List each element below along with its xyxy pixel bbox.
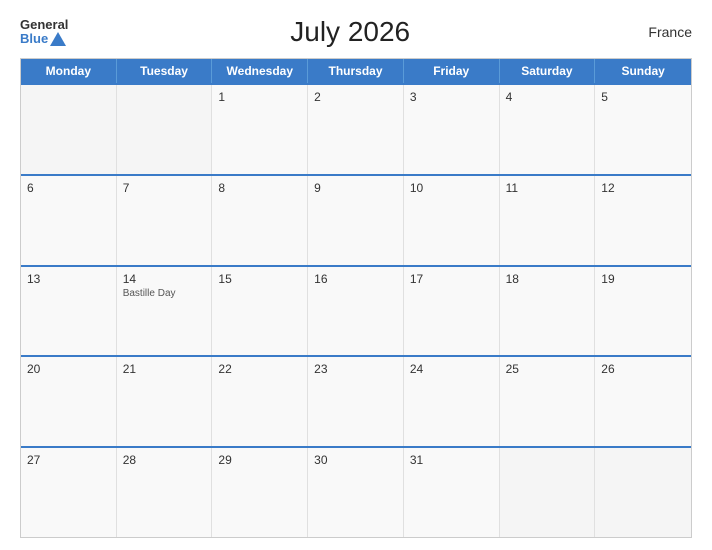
calendar-cell: 18 [500, 267, 596, 356]
day-number: 18 [506, 272, 589, 286]
calendar-cell: 24 [404, 357, 500, 446]
weekday-header-thursday: Thursday [308, 59, 404, 83]
calendar-cell: 26 [595, 357, 691, 446]
day-number: 17 [410, 272, 493, 286]
calendar-cell: 10 [404, 176, 500, 265]
country-label: France [632, 24, 692, 40]
day-number: 6 [27, 181, 110, 195]
calendar-cell: 30 [308, 448, 404, 537]
day-number: 30 [314, 453, 397, 467]
weekday-header-monday: Monday [21, 59, 117, 83]
calendar-cell: 4 [500, 85, 596, 174]
day-number: 2 [314, 90, 397, 104]
calendar-cell: 27 [21, 448, 117, 537]
calendar-body: 1234567891011121314Bastille Day151617181… [21, 83, 691, 537]
calendar-row-3: 20 21 22 23 24 25 26 [21, 355, 691, 446]
day-number: 21 [123, 362, 206, 376]
day-number: 1 [218, 90, 301, 104]
logo: General Blue [20, 18, 68, 47]
calendar-cell: 23 [308, 357, 404, 446]
calendar-cell [500, 448, 596, 537]
calendar-cell: 2 [308, 85, 404, 174]
day-number: 25 [506, 362, 589, 376]
calendar-cell [117, 85, 213, 174]
day-number: 5 [601, 90, 685, 104]
logo-general-text: General [20, 18, 68, 32]
day-number: 20 [27, 362, 110, 376]
day-number: 27 [27, 453, 110, 467]
header: General Blue July 2026 France [20, 16, 692, 48]
day-number: 28 [123, 453, 206, 467]
day-number: 16 [314, 272, 397, 286]
day-number: 12 [601, 181, 685, 195]
calendar-cell: 17 [404, 267, 500, 356]
calendar-cell: 3 [404, 85, 500, 174]
calendar-page: General Blue July 2026 France MondayTues… [0, 0, 712, 550]
calendar-title: July 2026 [68, 16, 632, 48]
calendar-cell: 16 [308, 267, 404, 356]
calendar-row-0: 12345 [21, 83, 691, 174]
day-number: 24 [410, 362, 493, 376]
day-number: 10 [410, 181, 493, 195]
calendar-cell: 7 [117, 176, 213, 265]
calendar-row-4: 27 28 29 30 31 [21, 446, 691, 537]
calendar-cell [595, 448, 691, 537]
logo-blue-text: Blue [20, 32, 48, 46]
calendar-cell: 1 [212, 85, 308, 174]
day-number: 19 [601, 272, 685, 286]
day-number: 11 [506, 181, 589, 195]
day-number: 9 [314, 181, 397, 195]
holiday-label: Bastille Day [123, 288, 206, 299]
day-number: 31 [410, 453, 493, 467]
calendar-cell: 21 [117, 357, 213, 446]
calendar-cell: 11 [500, 176, 596, 265]
calendar-header: MondayTuesdayWednesdayThursdayFridaySatu… [21, 59, 691, 83]
calendar-cell: 28 [117, 448, 213, 537]
weekday-header-sunday: Sunday [595, 59, 691, 83]
day-number: 15 [218, 272, 301, 286]
calendar-cell: 22 [212, 357, 308, 446]
calendar-cell: 20 [21, 357, 117, 446]
day-number: 22 [218, 362, 301, 376]
day-number: 7 [123, 181, 206, 195]
logo-triangle-icon [50, 32, 66, 46]
calendar-cell: 5 [595, 85, 691, 174]
day-number: 23 [314, 362, 397, 376]
calendar-row-1: 6789 10 11 12 [21, 174, 691, 265]
calendar-grid: MondayTuesdayWednesdayThursdayFridaySatu… [20, 58, 692, 538]
calendar-cell: 6 [21, 176, 117, 265]
calendar-cell [21, 85, 117, 174]
calendar-cell: 12 [595, 176, 691, 265]
day-number: 4 [506, 90, 589, 104]
weekday-header-wednesday: Wednesday [212, 59, 308, 83]
calendar-cell: 29 [212, 448, 308, 537]
day-number: 14 [123, 272, 206, 286]
calendar-cell: 13 [21, 267, 117, 356]
calendar-cell: 19 [595, 267, 691, 356]
weekday-header-friday: Friday [404, 59, 500, 83]
calendar-cell: 9 [308, 176, 404, 265]
calendar-cell: 8 [212, 176, 308, 265]
calendar-row-2: 13 14 Bastille Day 15 16 17 18 19 [21, 265, 691, 356]
calendar-cell: 14 Bastille Day [117, 267, 213, 356]
day-number: 13 [27, 272, 110, 286]
weekday-header-tuesday: Tuesday [117, 59, 213, 83]
calendar-cell: 25 [500, 357, 596, 446]
calendar-cell: 15 [212, 267, 308, 356]
day-number: 26 [601, 362, 685, 376]
day-number: 29 [218, 453, 301, 467]
day-number: 8 [218, 181, 301, 195]
calendar-cell: 31 [404, 448, 500, 537]
day-number: 3 [410, 90, 493, 104]
weekday-header-saturday: Saturday [500, 59, 596, 83]
